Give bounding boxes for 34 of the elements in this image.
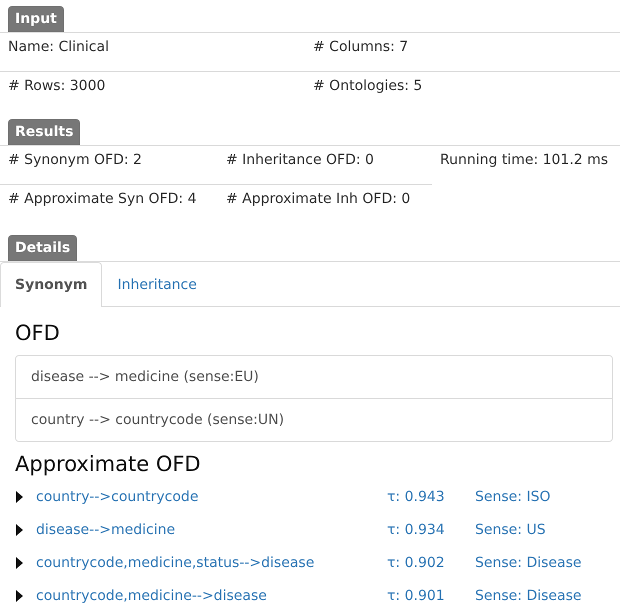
info-text: # Rows: 3000 [0, 71, 305, 110]
caret-right-icon[interactable] [15, 490, 23, 502]
list-item: disease --> medicine (sense:EU) [30, 368, 260, 387]
info-text: # Ontologies: 5 [305, 71, 620, 110]
section-label: Details [8, 235, 78, 261]
info-text: Running time: 101.2 ms [439, 151, 610, 170]
tau-value: τ: 0.934 [387, 522, 446, 538]
section-heading: Approximate OFD [15, 452, 202, 476]
caret-right-icon[interactable] [15, 590, 23, 602]
tau-value: τ: 0.902 [387, 554, 446, 570]
section-heading: OFD [15, 321, 61, 345]
section-label: Input [8, 6, 64, 32]
info-text: Name: Clinical [7, 38, 110, 57]
tau-value: τ: 0.901 [387, 588, 446, 604]
sense-value: Sense: Disease [475, 554, 583, 570]
info-text: # Approximate Inh OFD: 0 [218, 184, 432, 223]
info-text: # Columns: 7 [312, 38, 410, 57]
list-item: country --> countrycode (sense:UN) [16, 398, 612, 441]
sense-value: Sense: Disease [475, 588, 583, 604]
sense-value: Sense: US [475, 522, 547, 538]
caret-right-icon[interactable] [15, 524, 23, 536]
dependency-link[interactable]: disease-->medicine [36, 522, 387, 538]
info-text: # Inheritance OFD: 0 [225, 151, 375, 170]
dependency-link[interactable]: countrycode,medicine-->disease [36, 588, 387, 604]
sense-value: Sense: ISO [475, 488, 552, 504]
dependency-link[interactable]: country-->countrycode [36, 488, 387, 504]
dependency-link[interactable]: countrycode,medicine,status-->disease [36, 554, 387, 570]
tab[interactable]: Inheritance [102, 262, 212, 307]
tab[interactable]: Synonym [0, 262, 102, 307]
tau-value: τ: 0.943 [387, 488, 446, 504]
caret-right-icon[interactable] [15, 556, 23, 568]
info-text: # Synonym OFD: 2 [7, 151, 143, 170]
info-text: # Approximate Syn OFD: 4 [0, 184, 218, 223]
section-label: Results [8, 119, 80, 145]
